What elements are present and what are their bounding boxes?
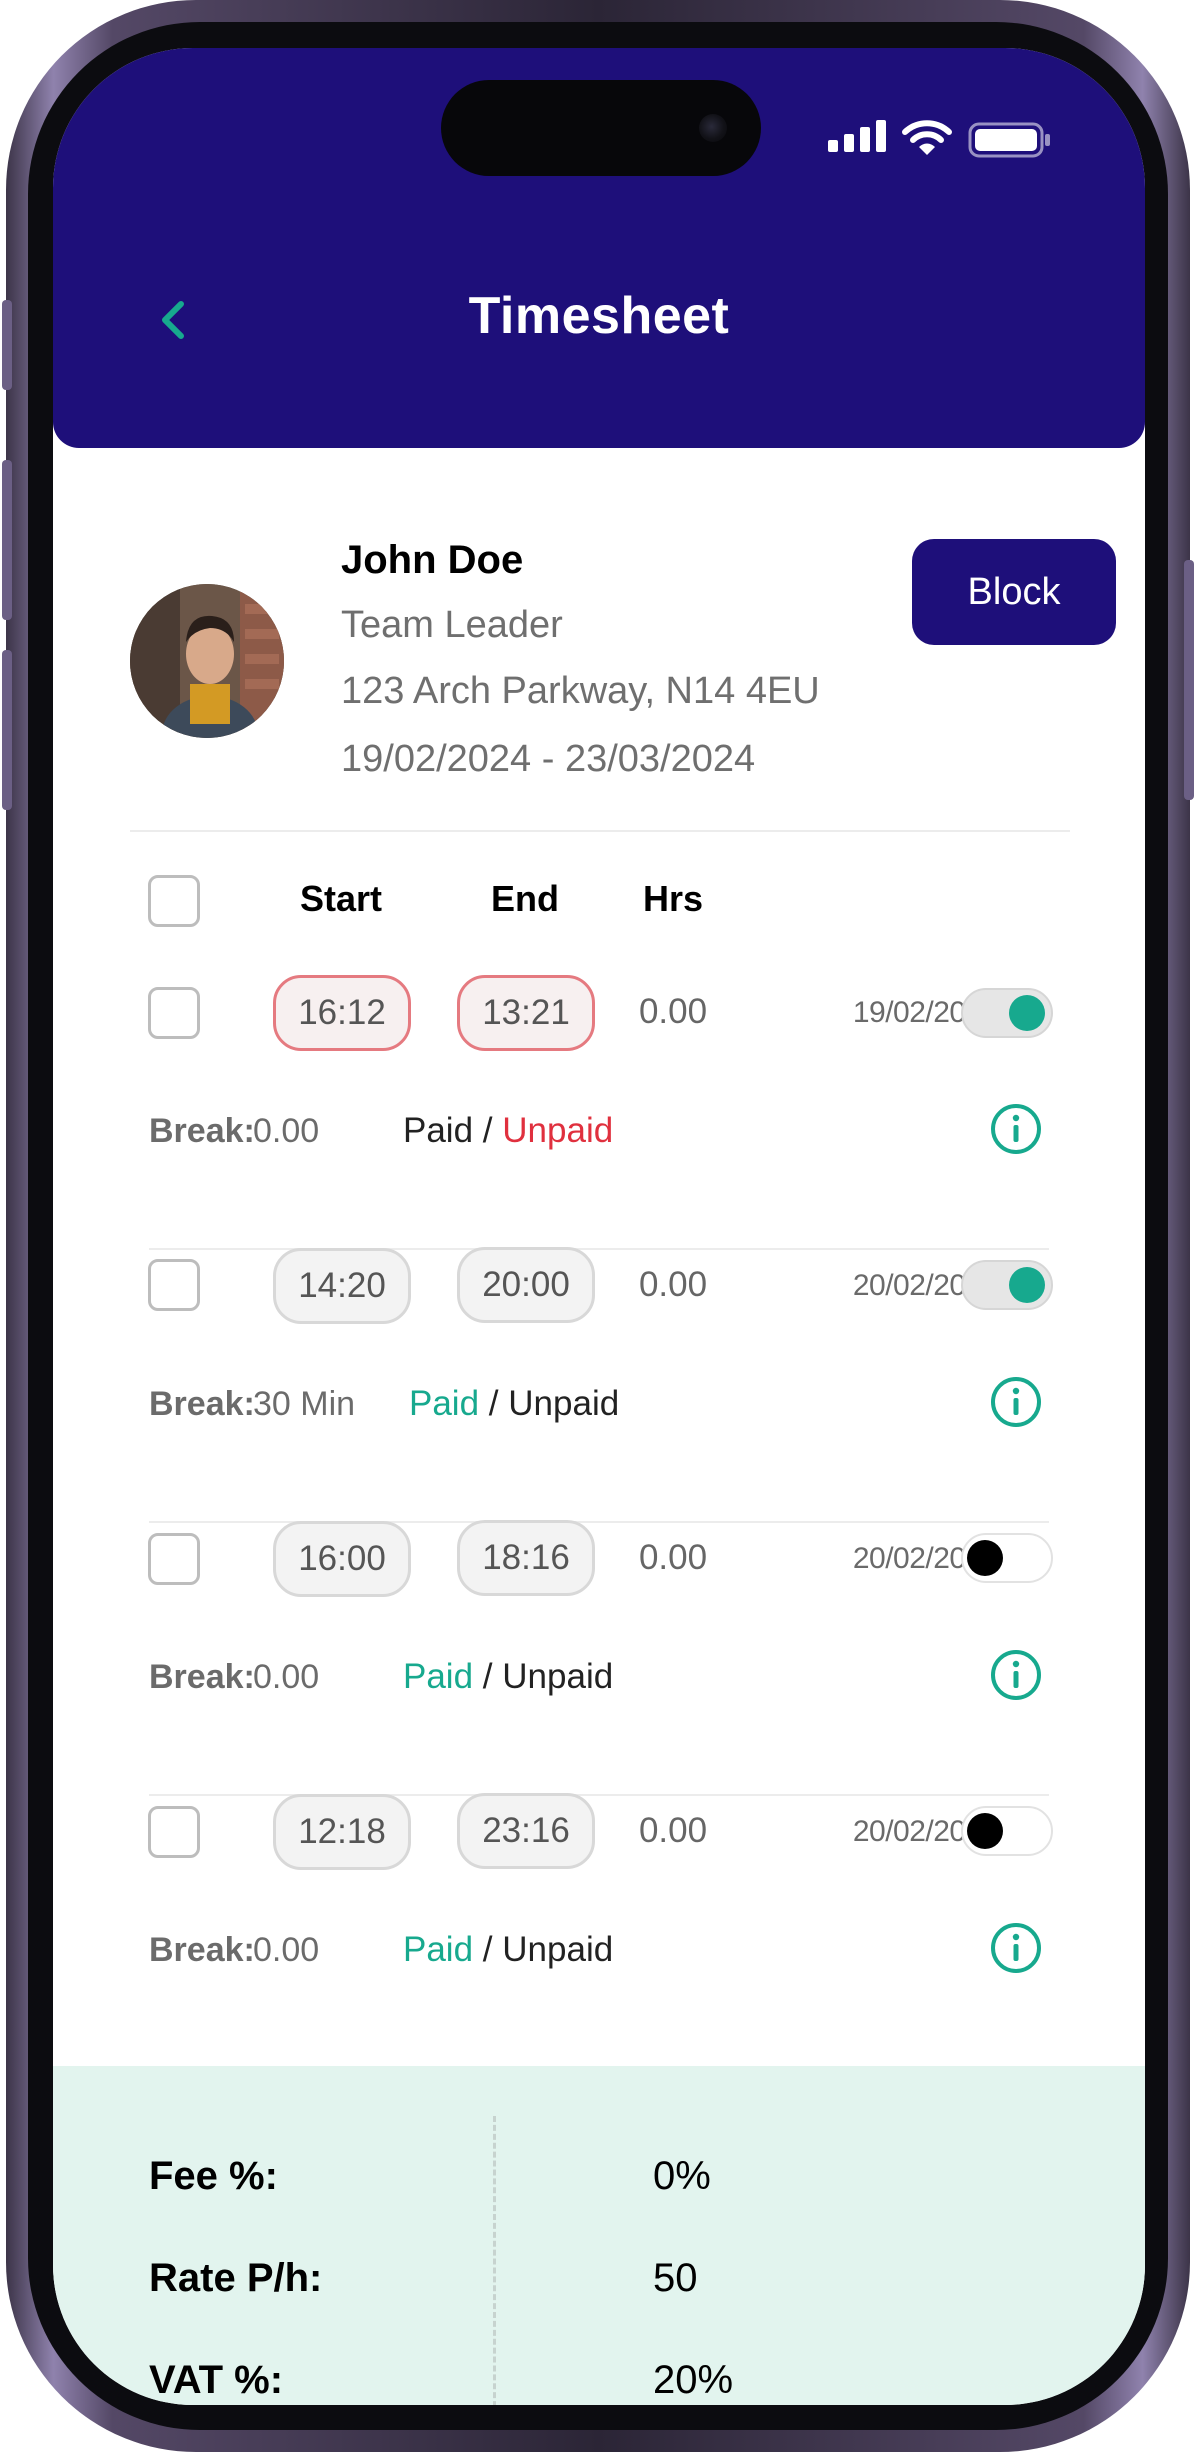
toggle-knob bbox=[1009, 1267, 1045, 1303]
shift-toggle[interactable] bbox=[961, 1260, 1053, 1310]
rate-label: Rate P/h: bbox=[149, 2256, 323, 2300]
break-label: Break: bbox=[149, 1112, 255, 1150]
column-header-hrs: Hrs bbox=[642, 878, 704, 919]
block-button[interactable]: Block bbox=[912, 539, 1116, 645]
info-icon[interactable] bbox=[989, 1375, 1043, 1429]
break-value: 30 Min bbox=[253, 1385, 356, 1423]
fee-value: 0% bbox=[653, 2154, 711, 2198]
wifi-icon bbox=[902, 120, 952, 155]
row-divider bbox=[149, 1794, 1049, 1796]
rate-value: 50 bbox=[653, 2256, 698, 2300]
paid-option[interactable]: Paid bbox=[403, 1930, 473, 1969]
volume-down-button bbox=[2, 650, 12, 810]
row-checkbox[interactable] bbox=[148, 987, 200, 1039]
row-checkbox[interactable] bbox=[148, 1259, 200, 1311]
header-bar: Timesheet bbox=[53, 48, 1145, 448]
end-time-input[interactable]: 20:00 bbox=[457, 1247, 595, 1323]
hours-value: 0.00 bbox=[638, 992, 708, 1031]
end-time-input[interactable]: 23:16 bbox=[457, 1793, 595, 1869]
profile-name: John Doe bbox=[341, 538, 524, 582]
select-all-checkbox[interactable] bbox=[148, 875, 200, 927]
break-value: 0.00 bbox=[253, 1931, 320, 1969]
start-time-input[interactable]: 16:12 bbox=[273, 975, 411, 1051]
start-time-input[interactable]: 12:18 bbox=[273, 1794, 411, 1870]
profile-period: 19/02/2024 - 23/03/2024 bbox=[341, 738, 756, 780]
column-header-start: Start bbox=[299, 878, 383, 919]
avatar bbox=[130, 584, 284, 738]
unpaid-option[interactable]: Unpaid bbox=[502, 1657, 613, 1696]
unpaid-option[interactable]: Unpaid bbox=[502, 1930, 613, 1969]
unpaid-option[interactable]: Unpaid bbox=[508, 1384, 619, 1423]
hours-value: 0.00 bbox=[638, 1265, 708, 1304]
action-button bbox=[2, 300, 12, 390]
break-label: Break: bbox=[149, 1385, 255, 1423]
dynamic-island bbox=[441, 80, 761, 176]
camera-icon bbox=[699, 114, 727, 142]
row-checkbox[interactable] bbox=[148, 1533, 200, 1585]
separator: / bbox=[482, 1657, 493, 1696]
toggle-knob bbox=[967, 1813, 1003, 1849]
row-checkbox[interactable] bbox=[148, 1806, 200, 1858]
paid-option[interactable]: Paid bbox=[409, 1384, 479, 1423]
shift-toggle[interactable] bbox=[961, 1533, 1053, 1583]
app-screen: Timesheet John Doe Team Leader 123 Arch … bbox=[53, 48, 1145, 2405]
status-bar bbox=[828, 118, 1068, 158]
paid-option[interactable]: Paid bbox=[403, 1111, 473, 1150]
hours-value: 0.00 bbox=[638, 1811, 708, 1850]
avatar-photo bbox=[130, 584, 284, 738]
page-title: Timesheet bbox=[468, 287, 730, 345]
paid-unpaid-selector: Paid / Unpaid bbox=[403, 1930, 613, 1970]
separator: / bbox=[482, 1111, 493, 1150]
separator: / bbox=[488, 1384, 499, 1423]
info-icon[interactable] bbox=[989, 1102, 1043, 1156]
separator: / bbox=[482, 1930, 493, 1969]
break-label: Break: bbox=[149, 1658, 255, 1696]
shift-toggle[interactable] bbox=[961, 1806, 1053, 1856]
info-icon[interactable] bbox=[989, 1648, 1043, 1702]
summary-divider bbox=[493, 2116, 496, 2405]
row-divider bbox=[149, 1248, 1049, 1250]
paid-unpaid-selector: Paid / Unpaid bbox=[409, 1384, 619, 1424]
break-value: 0.00 bbox=[253, 1658, 320, 1696]
end-time-input[interactable]: 13:21 bbox=[457, 975, 595, 1051]
end-time-input[interactable]: 18:16 bbox=[457, 1520, 595, 1596]
break-value: 0.00 bbox=[253, 1112, 320, 1150]
profile-divider bbox=[130, 830, 1070, 832]
toggle-knob bbox=[1009, 995, 1045, 1031]
vat-value: 20% bbox=[653, 2358, 734, 2402]
vat-label: VAT %: bbox=[149, 2358, 284, 2402]
info-icon[interactable] bbox=[989, 1921, 1043, 1975]
toggle-knob bbox=[967, 1540, 1003, 1576]
paid-unpaid-selector: Paid / Unpaid bbox=[403, 1657, 613, 1697]
start-time-input[interactable]: 14:20 bbox=[273, 1248, 411, 1324]
power-button bbox=[1184, 560, 1194, 800]
break-label: Break: bbox=[149, 1931, 255, 1969]
fee-label: Fee %: bbox=[149, 2154, 278, 2198]
paid-unpaid-selector: Paid / Unpaid bbox=[403, 1111, 613, 1151]
profile-role: Team Leader bbox=[341, 604, 563, 646]
summary-panel: Fee %: 0% Rate P/h: 50 VAT %: 20% bbox=[53, 2066, 1145, 2405]
paid-option[interactable]: Paid bbox=[403, 1657, 473, 1696]
start-time-input[interactable]: 16:00 bbox=[273, 1521, 411, 1597]
profile-address: 123 Arch Parkway, N14 4EU bbox=[341, 670, 820, 712]
battery-icon bbox=[968, 122, 1050, 158]
row-divider bbox=[149, 1521, 1049, 1523]
column-header-end: End bbox=[491, 878, 559, 919]
unpaid-option[interactable]: Unpaid bbox=[502, 1111, 613, 1150]
shift-toggle[interactable] bbox=[961, 988, 1053, 1038]
hours-value: 0.00 bbox=[638, 1538, 708, 1577]
volume-up-button bbox=[2, 460, 12, 620]
